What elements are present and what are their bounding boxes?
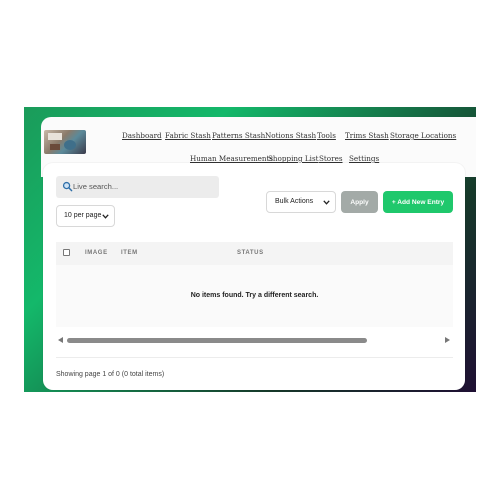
per-page-select[interactable]: 10 per page	[56, 205, 115, 227]
nav-stores[interactable]: Stores	[319, 154, 343, 163]
chevron-down-icon	[323, 200, 330, 205]
table-body: No items found. Try a different search.	[56, 265, 453, 327]
logo-part	[64, 140, 76, 150]
nav-patterns-stash[interactable]: Patterns Stash	[212, 131, 265, 140]
bulk-actions-value: Bulk Actions	[275, 198, 314, 205]
search-icon	[62, 181, 73, 192]
divider	[56, 357, 453, 358]
column-header-image[interactable]: IMAGE	[85, 250, 108, 256]
nav-settings[interactable]: Settings	[349, 154, 379, 163]
add-new-entry-label: + Add New Entry	[391, 199, 445, 206]
select-all-checkbox[interactable]	[63, 249, 70, 256]
search-input[interactable]: Live search...	[56, 176, 219, 198]
horizontal-scrollbar-thumb[interactable]	[67, 338, 367, 343]
nav-notions-stash[interactable]: Notions Stash	[265, 131, 316, 140]
apply-button-label: Apply	[350, 199, 369, 206]
nav-storage-locations[interactable]: Storage Locations	[390, 131, 456, 140]
nav-fabric-stash[interactable]: Fabric Stash	[165, 131, 211, 140]
logo-part	[50, 144, 60, 150]
search-placeholder: Live search...	[73, 182, 119, 191]
scroll-left-icon[interactable]	[58, 337, 63, 343]
logo-part	[48, 133, 62, 140]
empty-state-message: No items found. Try a different search.	[190, 292, 319, 299]
nav-tools[interactable]: Tools	[317, 131, 336, 140]
per-page-value: 10 per page	[64, 212, 102, 219]
scroll-right-icon[interactable]	[445, 337, 450, 343]
nav-human-measurements[interactable]: Human Measurements	[190, 154, 273, 163]
site-logo[interactable]	[44, 130, 86, 154]
column-header-status[interactable]: STATUS	[237, 250, 264, 256]
nav-dashboard[interactable]: Dashboard	[122, 131, 162, 140]
table-header: IMAGE ITEM STATUS	[56, 242, 453, 265]
add-new-entry-button[interactable]: + Add New Entry	[383, 191, 453, 213]
column-header-item[interactable]: ITEM	[121, 250, 138, 256]
nav-trims-stash[interactable]: Trims Stash	[345, 131, 389, 140]
apply-button[interactable]: Apply	[341, 191, 378, 213]
nav-shopping-list[interactable]: Shopping List	[268, 154, 319, 163]
chevron-down-icon	[102, 214, 109, 219]
pagination-summary: Showing page 1 of 0 (0 total items)	[56, 371, 165, 378]
bulk-actions-select[interactable]: Bulk Actions	[266, 191, 336, 213]
